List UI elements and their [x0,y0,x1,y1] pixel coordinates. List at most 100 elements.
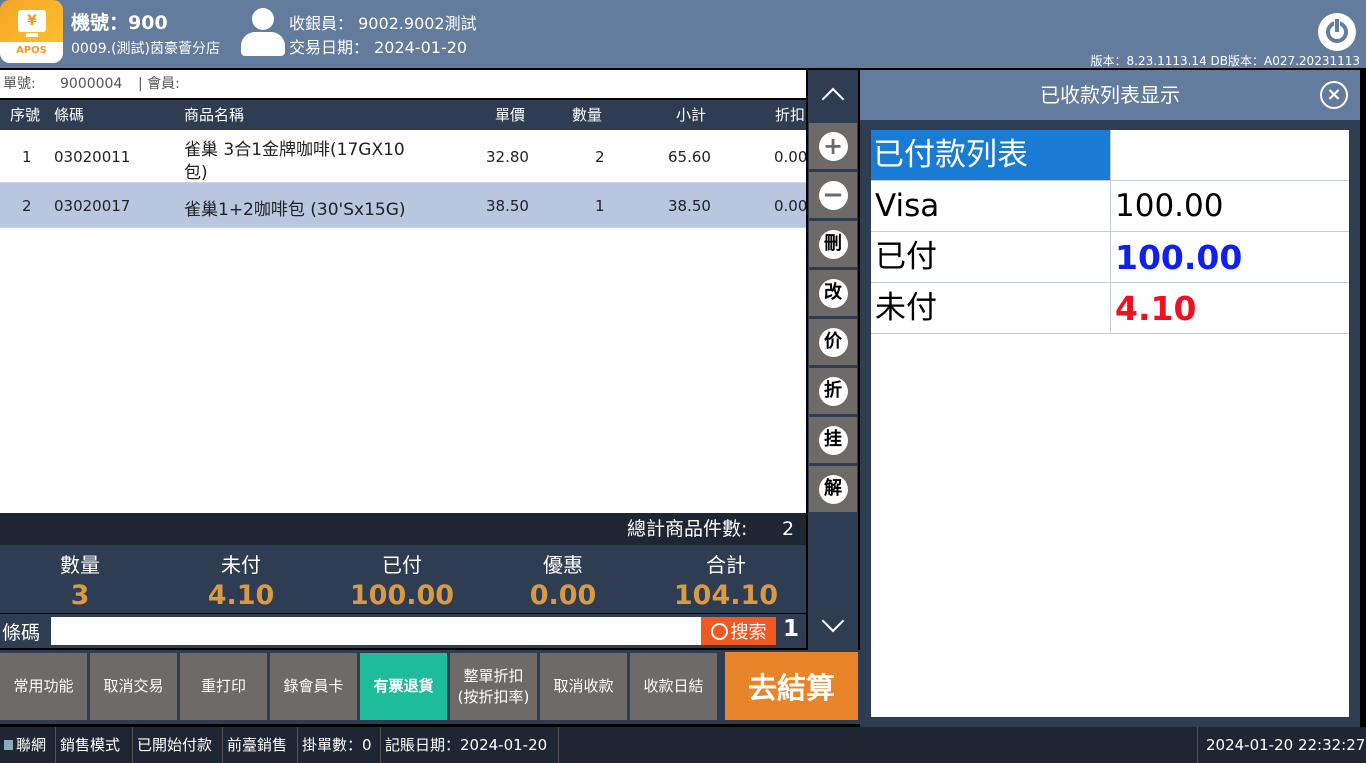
row-qty: 2 [595,148,605,166]
row-discount: 0.00 [774,197,808,215]
receipt-return-button[interactable]: 有票退貨 [360,653,447,720]
network-label: 聯網 [16,736,47,754]
mode-status: 銷售模式 [56,727,133,763]
row-qty: 1 [595,197,605,215]
status-bar: 聯網 銷售模式 已開始付款 前臺銷售 掛單數：0 記賬日期：2024-01-20… [0,727,1366,763]
minus-qty-button[interactable]: − [809,172,857,218]
order-number: 9000004 [60,76,123,92]
payment-table: 已付款列表 Visa 100.00 已付 100.00 未付 4.10 [871,130,1349,717]
barcode-input[interactable] [51,617,701,645]
datetime: 2024-01-20 22:32:27 [1197,727,1366,763]
search-label: 搜索 [730,622,767,643]
row-name-cont: 包) [184,163,208,183]
front-status: 前臺銷售 [223,727,298,763]
total-label: 未付 [221,553,261,577]
unpaid-row: 未付 4.10 [871,283,1349,334]
row-name: 雀巢1+2咖啡包 (30'Sx15G) [184,200,406,220]
release-icon: 解 [818,474,848,504]
total-label: 合計 [706,553,746,577]
release-button[interactable]: 解 [809,466,857,512]
row-price: 38.50 [486,197,529,215]
barcode-label: 條碼 [2,622,41,644]
col-no: 序號 [10,106,41,124]
table-row[interactable]: 1 03020011 雀巢 3合1金牌咖啡(17GX10 包) 32.80 2 … [0,130,808,183]
network-icon [4,740,13,750]
payment-table-header: 已付款列表 [871,130,1349,181]
row-subtotal: 65.60 [668,148,711,166]
close-icon[interactable]: × [1320,81,1348,109]
barcode-bar: 條碼 搜索 1 [0,614,806,648]
payment-amount: 100.00 [1110,181,1349,231]
total-value: 3 [70,580,90,611]
col-name: 商品名稱 [184,106,245,124]
reprint-button[interactable]: 重打印 [180,653,267,720]
daily-settlement-button[interactable]: 收款日結 [630,653,717,720]
row-no: 1 [22,148,32,166]
unpaid-label: 未付 [875,290,937,326]
modify-button[interactable]: 改 [809,270,857,316]
paid-amount: 100.00 [1110,232,1349,282]
scroll-down-icon[interactable] [808,600,858,650]
row-subtotal: 38.50 [668,197,711,215]
delete-icon: 刪 [818,229,848,259]
hold-button[interactable]: 挂 [809,417,857,463]
unpaid-amount: 4.10 [1110,283,1349,333]
cancel-transaction-button[interactable]: 取消交易 [90,653,177,720]
col-code: 條碼 [54,106,85,124]
total-value: 100.00 [349,580,455,611]
list-title: 已付款列表 [871,130,1110,180]
logo-text: APOS [0,42,63,63]
modify-icon: 改 [818,278,848,308]
search-button[interactable]: 搜索 [701,617,776,645]
total-value: 0.00 [529,580,597,611]
delete-button[interactable]: 刪 [809,221,857,267]
plus-icon: + [818,131,848,161]
trade-date: 交易日期： 2024-01-20 [289,38,468,57]
version-info: 版本：8.23.1113.14 DB版本：A027.20231113 [1090,54,1360,68]
cancel-payment-button[interactable]: 取消收款 [540,653,627,720]
price-icon: 价 [818,327,848,357]
payment-status: 已開始付款 [133,727,223,763]
discount-icon: 折 [818,376,848,406]
panel-title: 已收款列表显示 [1040,83,1180,107]
row-price: 32.80 [486,148,529,166]
add-qty-button[interactable]: + [809,123,857,169]
member-card-button[interactable]: 錄會員卡 [270,653,357,720]
col-qty: 數量 [572,106,603,124]
table-header: 序號 條碼 商品名稱 單價 數量 小計 折扣 [0,100,806,130]
col-subtotal: 小計 [676,106,707,124]
payment-method: Visa [875,188,940,224]
item-table: 1 03020011 雀巢 3合1金牌咖啡(17GX10 包) 32.80 2 … [0,130,808,513]
col-discount: 折扣 [775,106,806,124]
panel-header: 已收款列表显示 × [860,70,1360,120]
accounting-date: 記賬日期：2024-01-20 [381,727,559,763]
member-label: | 會員: [138,76,180,92]
common-functions-button[interactable]: 常用功能 [0,653,87,720]
power-icon[interactable] [1318,13,1356,51]
checkout-button[interactable]: 去結算 [725,652,858,720]
hold-count: 掛單數：0 [298,727,381,763]
total-label: 優惠 [543,553,583,577]
scroll-up-icon[interactable] [808,70,858,120]
order-bar: 單號: 9000004 | 會員: [0,70,806,98]
total-value: 4.10 [207,580,275,611]
price-button[interactable]: 价 [809,319,857,365]
payment-list-panel: 已收款列表显示 × 已付款列表 Visa 100.00 已付 100.00 未付… [860,70,1360,727]
minus-icon: − [818,180,848,210]
order-discount-button[interactable]: 整單折扣(按折扣率) [450,653,537,720]
user-avatar-icon [241,8,285,56]
discount-button[interactable]: 折 [809,368,857,414]
item-count-label: 總計商品件數: [627,518,748,540]
total-label: 已付 [382,553,422,577]
barcode-qty: 1 [783,616,800,642]
apos-logo: ¥ APOS [0,0,63,63]
row-discount: 0.00 [774,148,808,166]
network-status: 聯網 [0,727,56,763]
top-header: ¥ APOS 機號：900 0009.(測試)茵豪薈分店 收銀員： 9002.9… [0,0,1366,68]
table-row-selected[interactable]: 2 03020017 雀巢1+2咖啡包 (30'Sx15G) 38.50 1 3… [0,183,808,228]
item-count: 2 [782,518,795,540]
hold-icon: 挂 [818,425,848,455]
summary-bar: 總計商品件數: 2 [0,513,806,545]
payment-row: Visa 100.00 [871,181,1349,232]
col-price: 單價 [495,106,526,124]
